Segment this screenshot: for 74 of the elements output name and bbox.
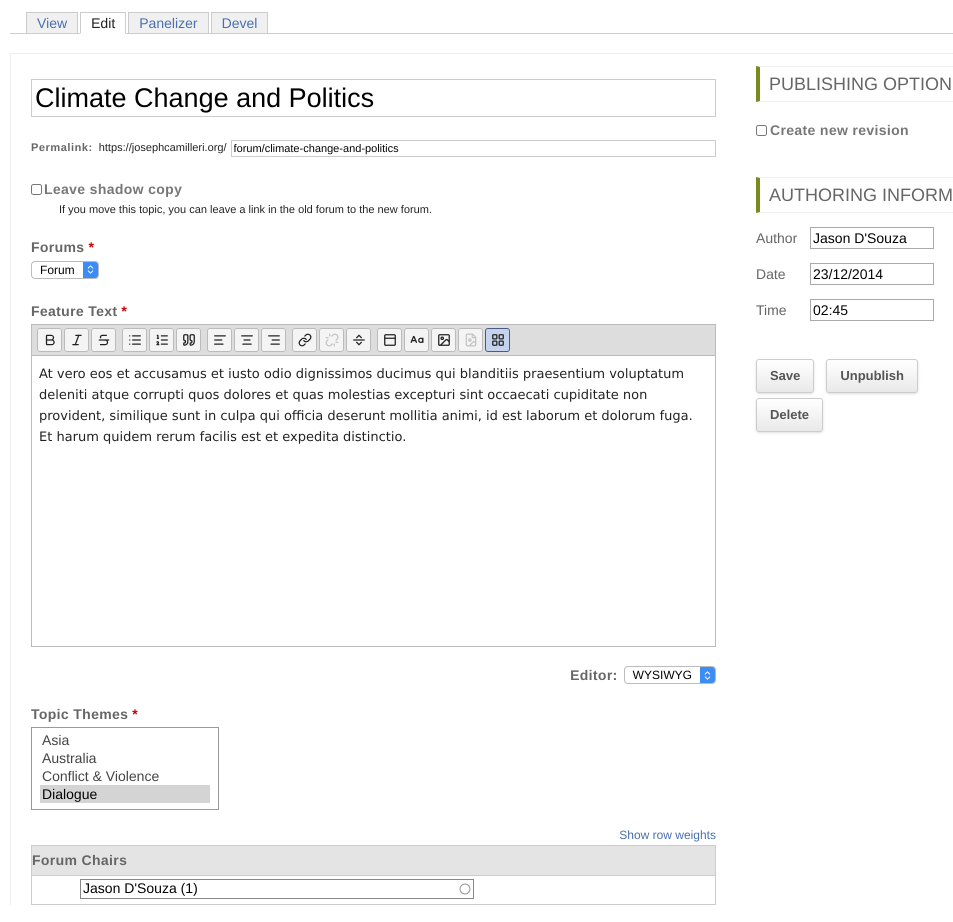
required-mark: * [121,302,128,320]
image-icon [436,332,450,346]
tab[interactable]: Panelizer [128,12,209,34]
blocks-button[interactable] [485,328,510,352]
bulleted-list-icon [128,332,142,346]
link-button[interactable] [292,328,317,352]
permalink-base: https://josephcamilleri.org/ [98,141,227,156]
bold-button[interactable] [37,328,62,352]
list-option[interactable]: Asia [40,730,210,748]
tab[interactable]: Devel [210,12,268,34]
action-button[interactable]: Save [756,359,814,393]
permalink-field[interactable]: forum/climate-change-and-politics [230,140,716,157]
align-right-button[interactable] [261,328,286,352]
field-description: If you move this topic, you can leave a link in the old forum to the new forum. [59,203,433,218]
quote-icon [182,332,196,346]
required-mark: * [88,238,94,256]
editor-select[interactable]: WYSIWYG [624,666,716,684]
bulleted-list-button[interactable] [122,328,147,352]
field-label: Topic Themes [31,704,128,724]
field-label: Date [756,265,787,284]
align-left-icon [212,332,226,346]
title-field[interactable]: Climate Change and Politics [31,79,716,117]
required-mark: * [132,704,138,724]
image-button[interactable] [431,328,456,352]
italic-button[interactable] [64,328,89,352]
autocomplete-field[interactable]: Jason D'Souza (1) [80,878,474,898]
align-center-icon [240,332,254,346]
forum-select[interactable]: Forum [31,260,99,278]
link-icon [298,332,312,346]
document-icon [464,332,478,346]
checkbox-label: Leave shadow copy [44,180,182,199]
stepper-icon [700,667,715,683]
align-right-icon [266,332,280,346]
editor-label: Editor: [570,666,618,684]
text-field[interactable]: 23/12/2014 [810,263,934,285]
action-button[interactable]: Unpublish [826,359,918,393]
field-label: Time [756,301,788,320]
field-label: Author [756,229,798,248]
field-label: Forums [31,238,84,256]
align-left-button[interactable] [207,328,232,352]
italic-icon [70,332,84,346]
checkbox[interactable] [31,184,42,195]
tab[interactable]: View [26,12,78,34]
section-heading: PUBLISHING OPTION [756,66,953,102]
throbber-icon [459,882,471,894]
themes-listbox[interactable]: Asia Australia Conflict & Violence Dialogue [31,726,219,810]
numbered-list-button[interactable] [149,328,174,352]
text-field[interactable]: Jason D'Souza [810,227,934,249]
strikethrough-button[interactable] [91,328,116,352]
quote-button[interactable] [176,328,201,352]
align-center-button[interactable] [234,328,259,352]
tab[interactable]: Edit [80,12,126,34]
strikethrough-icon [96,332,110,346]
page-break-icon [352,332,366,346]
letters-button[interactable] [404,328,429,352]
checkbox[interactable] [756,125,767,136]
section-heading: AUTHORING INFORM [756,177,953,213]
list-option[interactable]: Australia [40,748,210,766]
template-icon [382,332,396,346]
table-header: Forum Chairs [32,846,715,876]
list-option[interactable]: Dialogue [40,784,210,802]
permalink-label: Permalink: [31,141,93,156]
blocks-icon [490,332,504,346]
checkbox-label: Create new revision [770,121,909,140]
show-row-weights-link[interactable]: Show row weights [619,826,716,844]
unlink-icon [324,332,338,346]
field-label: Feature Text [31,302,118,320]
text-field[interactable]: 02:45 [810,299,934,321]
list-option[interactable]: Conflict & Violence [40,766,210,784]
template-button[interactable] [377,328,402,352]
page-break-button[interactable] [346,328,371,352]
action-button[interactable]: Delete [756,398,824,432]
numbered-list-icon [154,332,168,346]
stepper-icon [82,262,98,278]
